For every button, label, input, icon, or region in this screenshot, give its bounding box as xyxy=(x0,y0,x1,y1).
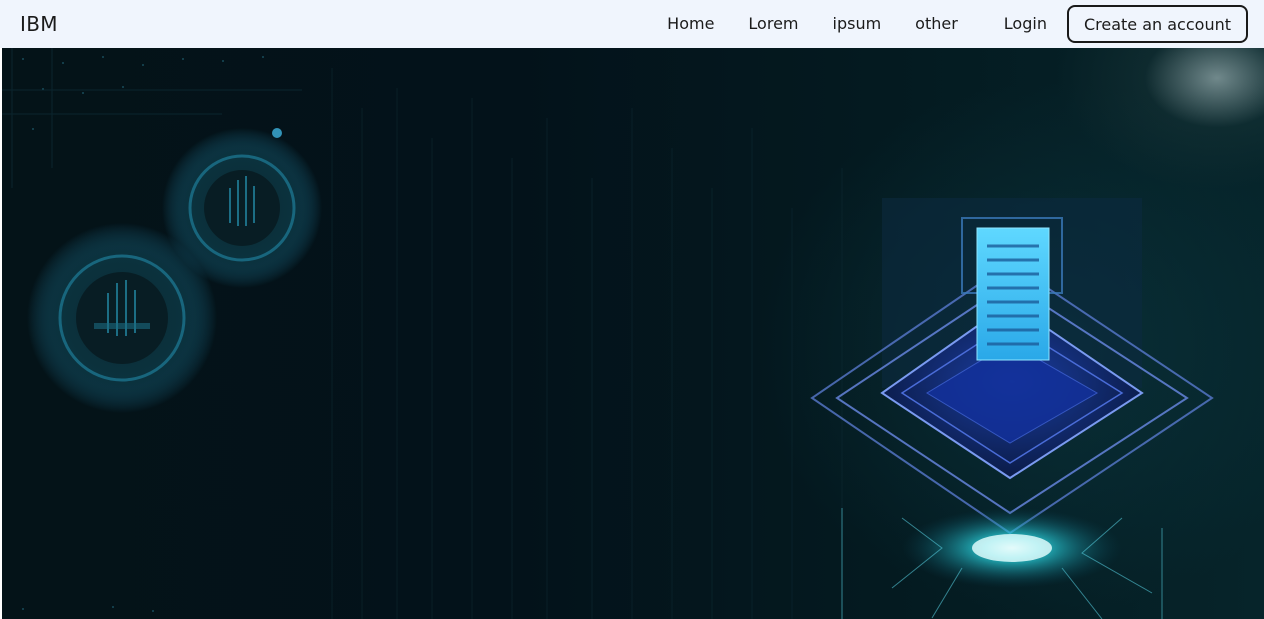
nav-link-home[interactable]: Home xyxy=(650,0,731,48)
login-link[interactable]: Login xyxy=(987,0,1067,48)
cog-illustration-bottom xyxy=(27,223,217,413)
nav-link-lorem[interactable]: Lorem xyxy=(731,0,815,48)
brand-logo[interactable]: IBM xyxy=(20,12,58,36)
nav-link-ipsum[interactable]: ipsum xyxy=(816,0,899,48)
server-diamond-illustration xyxy=(810,198,1214,619)
hero-illustration xyxy=(2,48,1214,619)
hero-image xyxy=(2,48,1264,619)
create-account-button[interactable]: Create an account xyxy=(1066,5,1248,43)
top-navbar: IBM Home Lorem ipsum other Login Create … xyxy=(0,0,1264,48)
nav-links: Home Lorem ipsum other Login Create an a… xyxy=(650,0,1248,48)
nav-link-other[interactable]: other xyxy=(898,0,975,48)
